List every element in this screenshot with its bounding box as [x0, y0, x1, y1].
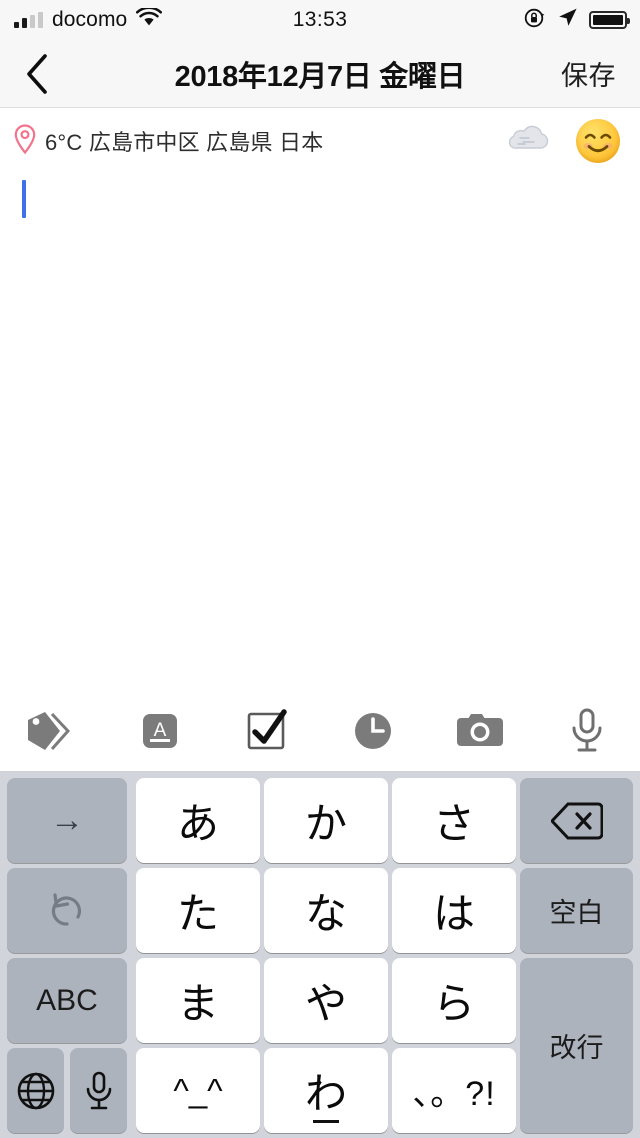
key-wa[interactable]: わ [264, 1048, 388, 1133]
japanese-kana-keyboard: → あ か さ た な は 空白 ABC ま や ら 改行 ^_^ わ 、。?! [0, 772, 640, 1138]
key-ha[interactable]: は [392, 868, 516, 953]
camera-button[interactable] [434, 696, 526, 766]
microphone-icon [572, 708, 602, 751]
key-na[interactable]: な [264, 868, 388, 953]
key-a[interactable]: あ [136, 778, 260, 863]
key-emoticon[interactable]: ^_^ [136, 1048, 260, 1133]
page-title: 2018年12月7日 金曜日 [174, 60, 466, 93]
key-ya[interactable]: や [264, 958, 388, 1043]
key-undo[interactable] [7, 868, 127, 953]
battery-full-icon [589, 11, 630, 29]
tag-icon [28, 711, 71, 750]
key-sa[interactable]: さ [392, 778, 516, 863]
notes-app-screen: docomo 13:53 2018年12月7日 金曜日 保存 6°C 広島市中区… [0, 0, 640, 1138]
key-cursor-right[interactable]: → [7, 778, 127, 863]
status-bar-clock: 13:53 [292, 8, 348, 31]
note-body-textarea[interactable] [0, 173, 640, 690]
status-bar: docomo 13:53 [0, 0, 640, 40]
camera-icon [456, 713, 503, 746]
note-meta-right [506, 119, 640, 163]
key-ma[interactable]: ま [136, 958, 260, 1043]
cloud-icon[interactable] [506, 124, 552, 159]
key-wa-underscore [313, 1120, 339, 1123]
text-format-button[interactable]: A [114, 696, 206, 766]
svg-text:A: A [154, 720, 167, 741]
key-globe[interactable] [7, 1048, 64, 1133]
clock-icon [355, 712, 392, 749]
navigation-bar: 2018年12月7日 金曜日 保存 [0, 40, 640, 108]
key-voice[interactable] [70, 1048, 127, 1133]
key-ta[interactable]: た [136, 868, 260, 953]
location-weather-label[interactable]: 6°C 広島市中区 広島県 日本 [45, 125, 323, 157]
map-pin-icon[interactable] [14, 123, 36, 159]
timestamp-button[interactable] [327, 696, 419, 766]
key-return[interactable]: 改行 [520, 958, 633, 1133]
note-meta-row: 6°C 広島市中区 広島県 日本 [0, 109, 640, 173]
text-format-icon: A [142, 713, 177, 748]
checkbox-icon [247, 708, 287, 749]
microphone-icon [86, 1071, 111, 1109]
key-punctuation[interactable]: 、。?! [392, 1048, 516, 1133]
input-accessory-toolbar: A [0, 690, 640, 772]
delete-backspace-icon [550, 802, 603, 839]
text-caret [22, 180, 26, 218]
checklist-button[interactable] [221, 696, 313, 766]
key-delete[interactable] [520, 778, 633, 863]
key-abc[interactable]: ABC [7, 958, 127, 1043]
key-ka[interactable]: か [264, 778, 388, 863]
smiling-face-emoji[interactable] [576, 119, 620, 163]
key-space[interactable]: 空白 [520, 868, 633, 953]
undo-icon [51, 892, 82, 926]
keyboard-grid: → あ か さ た な は 空白 ABC ま や ら 改行 ^_^ わ 、。?! [3, 776, 637, 1133]
key-ra[interactable]: ら [392, 958, 516, 1043]
tag-button[interactable] [7, 696, 99, 766]
globe-icon [17, 1072, 54, 1109]
voice-input-button[interactable] [541, 696, 633, 766]
key-wa-label: わ [304, 1069, 347, 1118]
